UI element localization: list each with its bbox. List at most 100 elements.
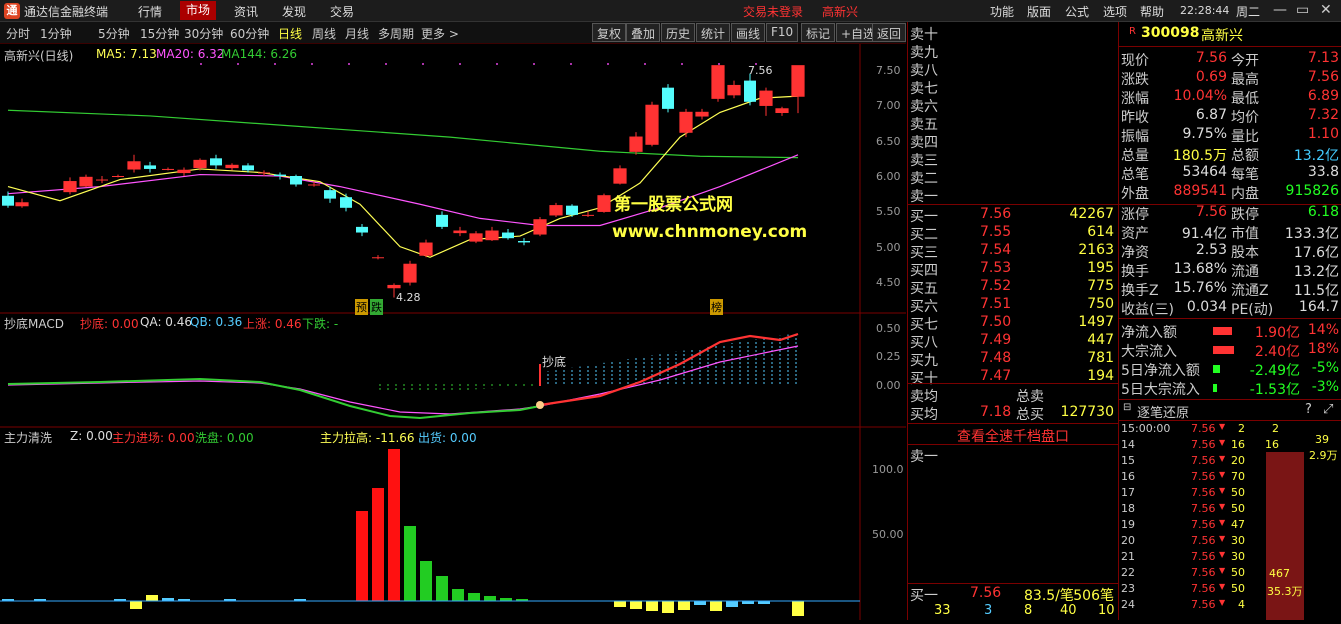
huaxian-button[interactable]: 画线 bbox=[731, 23, 766, 42]
period-more[interactable]: 更多 > bbox=[421, 25, 459, 42]
menu-jiaoyi[interactable]: 交易 bbox=[330, 3, 354, 20]
period-daily[interactable]: 日线 bbox=[278, 25, 302, 42]
bottom-cell: 40 bbox=[1060, 603, 1077, 618]
tongji-button[interactable]: 统计 bbox=[696, 23, 731, 42]
title-stock-name: 高新兴 bbox=[822, 5, 859, 19]
sell-row[interactable]: 卖六 bbox=[908, 96, 1118, 115]
tick-count: 2 bbox=[1272, 422, 1279, 435]
collapse-icon[interactable]: ⊟ bbox=[1123, 402, 1131, 413]
period-30min[interactable]: 30分钟 bbox=[184, 25, 223, 42]
sell-row[interactable]: 卖七 bbox=[908, 78, 1118, 97]
buy-row[interactable]: 买一 7.56 42267 bbox=[908, 206, 1118, 225]
buy-row[interactable]: 买七 7.50 1497 bbox=[908, 314, 1118, 333]
macd-title: 抄底MACD bbox=[4, 317, 64, 331]
close-icon[interactable]: ✕ bbox=[1320, 2, 1332, 18]
biaoji-button[interactable]: 标记 bbox=[801, 23, 836, 42]
tick-price: 7.56 bbox=[1191, 582, 1216, 595]
period-multi[interactable]: 多周期 bbox=[378, 25, 414, 42]
period-5min[interactable]: 5分钟 bbox=[98, 25, 130, 42]
quote-row: 换手 13.68% 流通 13.2亿 bbox=[1119, 261, 1341, 280]
quote-value: 2.53 bbox=[1195, 242, 1227, 258]
flow-key: 5日大宗流入 bbox=[1121, 382, 1200, 398]
quote-key: 现价 bbox=[1121, 53, 1149, 69]
sell-row[interactable]: 卖十 bbox=[908, 24, 1118, 43]
flow-y-tick: 50.00 bbox=[872, 528, 904, 541]
y-tick: 6.50 bbox=[876, 135, 901, 148]
candle-body bbox=[2, 195, 14, 206]
lishi-button[interactable]: 历史 bbox=[661, 23, 696, 42]
sell-row[interactable]: 卖一 bbox=[908, 186, 1118, 205]
up-arrow-icon: ▼ bbox=[1219, 438, 1226, 447]
quote-value: 0.034 bbox=[1186, 299, 1227, 315]
buy-row[interactable]: 买九 7.48 781 bbox=[908, 350, 1118, 369]
buy-row[interactable]: 买八 7.49 447 bbox=[908, 332, 1118, 351]
buy-row[interactable]: 买六 7.51 750 bbox=[908, 296, 1118, 315]
chart-canvas[interactable] bbox=[0, 44, 906, 620]
buy-level-label: 买十 bbox=[910, 371, 938, 387]
minimize-icon[interactable]: — bbox=[1273, 2, 1287, 18]
tick-time: 24 bbox=[1121, 598, 1135, 611]
sell-row[interactable]: 卖三 bbox=[908, 150, 1118, 169]
flow-bar-indicator bbox=[1213, 327, 1232, 335]
candle-body bbox=[727, 84, 741, 96]
period-monthly[interactable]: 月线 bbox=[345, 25, 369, 42]
back-button[interactable]: 返回 bbox=[872, 23, 906, 42]
buy-level-label: 买二 bbox=[910, 227, 938, 243]
quote-row: 涨幅 10.04% 最低 6.89 bbox=[1119, 88, 1341, 107]
menu-shichang[interactable]: 市场 bbox=[180, 1, 217, 20]
period-60min[interactable]: 60分钟 bbox=[230, 25, 269, 42]
flow-lift: 主力拉高: -11.66 bbox=[320, 431, 415, 445]
menu-zixun[interactable]: 资讯 bbox=[234, 3, 258, 20]
menu-gongneng[interactable]: 功能 bbox=[990, 3, 1014, 20]
full-depth-link[interactable]: 查看全速千档盘口 bbox=[908, 426, 1118, 446]
fuquan-button[interactable]: 复权 bbox=[592, 23, 627, 42]
low-price-label: 4.28 bbox=[396, 291, 421, 304]
flow-bar bbox=[792, 601, 804, 616]
flow-bar bbox=[130, 601, 142, 609]
period-fenshi[interactable]: 分时 bbox=[6, 25, 30, 42]
login-status[interactable]: 交易未登录 bbox=[743, 3, 803, 20]
candle-body bbox=[340, 197, 352, 208]
marker-dot bbox=[607, 63, 609, 65]
quote-row: 换手Z 15.76% 流通Z 11.5亿 bbox=[1119, 280, 1341, 299]
expand-icon[interactable]: ⤢ bbox=[1323, 402, 1333, 417]
menu-gongshi[interactable]: 公式 bbox=[1065, 3, 1089, 20]
period-15min[interactable]: 15分钟 bbox=[140, 25, 179, 42]
sell-row[interactable]: 卖四 bbox=[908, 132, 1118, 151]
macd-down: 下跌: - bbox=[302, 317, 339, 331]
menu-bangzhu[interactable]: 帮助 bbox=[1140, 3, 1164, 20]
flow-bar bbox=[452, 589, 464, 601]
sell-row[interactable]: 卖九 bbox=[908, 42, 1118, 61]
buy-row[interactable]: 买二 7.55 614 bbox=[908, 224, 1118, 243]
ma144-label: MA144: 6.26 bbox=[221, 47, 298, 61]
quote-value: 53464 bbox=[1182, 164, 1227, 180]
buy-row[interactable]: 买三 7.54 2163 bbox=[908, 242, 1118, 261]
menu-faxian[interactable]: 发现 bbox=[282, 3, 306, 20]
buy-level-volume: 42267 bbox=[1069, 206, 1114, 222]
sell-row[interactable]: 卖八 bbox=[908, 60, 1118, 79]
buy-row[interactable]: 买五 7.52 775 bbox=[908, 278, 1118, 297]
diejia-button[interactable]: 叠加 bbox=[626, 23, 661, 42]
quote-value: 1.10 bbox=[1307, 126, 1339, 142]
quote-value: 133.3亿 bbox=[1284, 226, 1339, 242]
buy-row[interactable]: 买四 7.53 195 bbox=[908, 260, 1118, 279]
period-1min[interactable]: 1分钟 bbox=[40, 25, 72, 42]
tick-time: 16 bbox=[1121, 470, 1135, 483]
quote-value: 164.7 bbox=[1298, 299, 1339, 315]
candle-body bbox=[258, 172, 270, 174]
marker-dot bbox=[681, 63, 683, 65]
f10-button[interactable]: F10 bbox=[766, 23, 799, 42]
restore-icon[interactable]: ▭ bbox=[1296, 2, 1309, 18]
candle-body bbox=[290, 176, 302, 185]
menu-xuanxiang[interactable]: 选项 bbox=[1103, 3, 1127, 20]
quote-value: 915826 bbox=[1285, 183, 1339, 199]
sell-row[interactable]: 卖五 bbox=[908, 114, 1118, 133]
menu-hangqing[interactable]: 行情 bbox=[138, 3, 162, 20]
flow-bar bbox=[710, 601, 722, 611]
quote-key: 跌停 bbox=[1231, 207, 1259, 223]
help-icon[interactable]: ? bbox=[1305, 402, 1312, 417]
flow-bar bbox=[726, 601, 738, 607]
period-weekly[interactable]: 周线 bbox=[312, 25, 336, 42]
menu-banmian[interactable]: 版面 bbox=[1027, 3, 1051, 20]
sell-row[interactable]: 卖二 bbox=[908, 168, 1118, 187]
